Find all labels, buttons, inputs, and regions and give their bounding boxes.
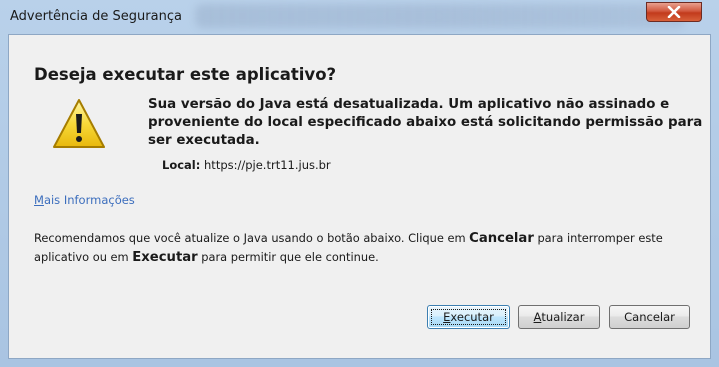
recommend-cancel-word: Cancelar — [469, 231, 534, 246]
local-label: Local: — [162, 158, 201, 172]
update-label: tualizar — [541, 310, 585, 324]
cancel-button[interactable]: Cancelar — [609, 305, 690, 329]
recommend-part1: Recomendamos que você atualize o Java us… — [34, 231, 470, 245]
focus-rect — [431, 309, 506, 325]
recommend-exec-word: Executar — [132, 250, 198, 265]
update-mnemonic: A — [533, 310, 542, 324]
title-bar[interactable]: Advertência de Segurança — [0, 0, 719, 34]
dialog-question: Deseja executar este aplicativo? — [34, 65, 337, 84]
close-icon — [667, 6, 681, 18]
cancel-label: Cancelar — [624, 310, 675, 324]
window-title: Advertência de Segurança — [10, 9, 182, 24]
execute-button[interactable]: Executar — [427, 305, 510, 329]
dialog-message: Sua versão do Java está desatualizada. U… — [148, 97, 703, 148]
more-info-mnemonic: M — [34, 193, 44, 207]
recommendation-text: Recomendamos que você atualize o Java us… — [34, 229, 694, 267]
more-info-link[interactable]: Mais Informações — [34, 193, 135, 207]
local-value: https://pje.trt11.jus.br — [204, 158, 331, 172]
dialog-window: Advertência de Segurança Deseja executar… — [0, 0, 719, 367]
close-button[interactable] — [646, 2, 702, 22]
warning-icon — [53, 99, 105, 148]
dialog-body: Deseja executar este aplicativo? Sua ver… — [8, 34, 711, 359]
recommend-part3: para permitir que ele continue. — [197, 250, 379, 264]
local-row: Local: https://pje.trt11.jus.br — [162, 158, 331, 172]
more-info-text: ais Informações — [43, 193, 135, 207]
update-button[interactable]: Atualizar — [518, 305, 600, 329]
